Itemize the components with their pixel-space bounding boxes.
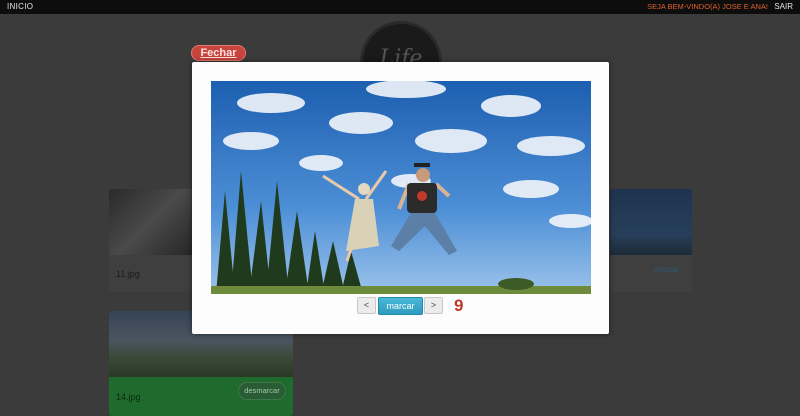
- photo-card[interactable]: 11.jpg: [109, 189, 193, 292]
- unmark-button[interactable]: desmarcar: [238, 382, 286, 400]
- close-button[interactable]: Fechar: [191, 45, 246, 61]
- lightbox-controls: < marcar > 9: [192, 296, 609, 317]
- photo-filename: 11.jpg: [116, 269, 140, 279]
- mark-button[interactable]: marcar: [654, 265, 679, 274]
- photo-lightbox: < marcar > 9: [192, 62, 609, 334]
- photo-filename: 14.jpg: [116, 392, 141, 402]
- photo-card[interactable]: marcar: [610, 189, 692, 292]
- photo-thumbnail: [610, 189, 692, 255]
- lightbox-photo: [211, 81, 591, 294]
- top-navigation-bar: INICIO SEJA BEM-VINDO(A) JOSE E ANA! SAI…: [0, 0, 800, 14]
- welcome-message: SEJA BEM-VINDO(A) JOSE E ANA!: [647, 2, 768, 11]
- photo-counter: 9: [454, 296, 464, 315]
- previous-photo-button[interactable]: <: [357, 297, 376, 314]
- home-link[interactable]: INICIO: [7, 2, 33, 11]
- couple-jumping-image: [211, 81, 591, 294]
- mark-photo-button[interactable]: marcar: [378, 297, 423, 315]
- logout-link[interactable]: SAIR: [774, 2, 793, 11]
- next-photo-button[interactable]: >: [424, 297, 443, 314]
- photo-thumbnail: [109, 189, 193, 255]
